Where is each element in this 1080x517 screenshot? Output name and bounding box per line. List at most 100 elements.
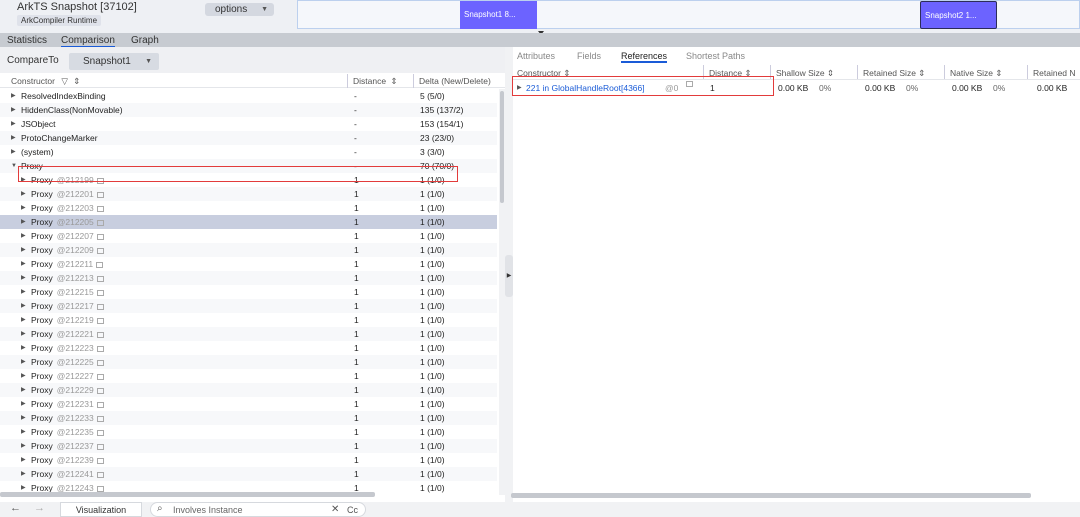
expand-arrow-icon[interactable]: ▶ bbox=[21, 369, 26, 383]
table-row[interactable]: ▶ HiddenClass(NonMovable) - 135 (137/2) bbox=[0, 103, 497, 117]
expand-arrow-icon[interactable]: ▶ bbox=[21, 285, 26, 299]
panel-splitter[interactable]: ▶ bbox=[505, 47, 513, 502]
node-detail-icon[interactable] bbox=[96, 360, 104, 366]
splitter-grip-icon[interactable]: ▶ bbox=[505, 255, 513, 297]
expand-arrow-icon[interactable]: ▶ bbox=[21, 341, 26, 355]
tab-fields[interactable]: Fields bbox=[577, 51, 601, 61]
snapshot2-marker[interactable]: Snapshot2 1... bbox=[920, 1, 997, 29]
expand-arrow-icon[interactable]: ▶ bbox=[21, 453, 26, 467]
expand-arrow-icon[interactable]: ▶ bbox=[21, 187, 26, 201]
table-row[interactable]: ▶ Proxy @212219 1 1 (1/0) bbox=[0, 313, 497, 327]
node-detail-icon[interactable] bbox=[96, 374, 104, 380]
column-native-size[interactable]: Native Size ⇕ bbox=[950, 68, 1003, 79]
expand-arrow-icon[interactable]: ▶ bbox=[21, 299, 26, 313]
sort-icon[interactable]: ⇕ bbox=[73, 76, 80, 86]
expand-arrow-icon[interactable]: ▶ bbox=[21, 229, 26, 243]
horizontal-scrollbar[interactable] bbox=[0, 492, 375, 497]
node-detail-icon[interactable] bbox=[96, 388, 104, 394]
table-row[interactable]: ▶ Proxy @212205 1 1 (1/0) bbox=[0, 215, 497, 229]
back-arrow-icon[interactable]: ← bbox=[10, 502, 21, 514]
expand-arrow-icon[interactable]: ▶ bbox=[21, 411, 26, 425]
node-detail-icon[interactable] bbox=[96, 220, 104, 226]
column-divider[interactable] bbox=[413, 74, 414, 88]
table-row[interactable]: ▶ Proxy @212211 1 1 (1/0) bbox=[0, 257, 497, 271]
expand-arrow-icon[interactable]: ▶ bbox=[11, 145, 16, 159]
table-row[interactable]: ▶ Proxy @212215 1 1 (1/0) bbox=[0, 285, 497, 299]
expand-arrow-icon[interactable]: ▶ bbox=[21, 215, 26, 229]
table-row[interactable]: ▶ Proxy @212213 1 1 (1/0) bbox=[0, 271, 497, 285]
table-row[interactable]: ▶ Proxy @212233 1 1 (1/0) bbox=[0, 411, 497, 425]
expand-arrow-icon[interactable]: ▶ bbox=[21, 439, 26, 453]
tab-visualization[interactable]: Visualization bbox=[60, 502, 142, 517]
table-row[interactable]: ▶ Proxy @212221 1 1 (1/0) bbox=[0, 327, 497, 341]
node-detail-icon[interactable] bbox=[96, 332, 104, 338]
expand-arrow-icon[interactable]: ▶ bbox=[21, 313, 26, 327]
table-row[interactable]: ▶ Proxy @212201 1 1 (1/0) bbox=[0, 187, 497, 201]
options-dropdown[interactable]: options ▼ bbox=[205, 3, 274, 16]
match-case-toggle[interactable]: Cc bbox=[347, 503, 358, 517]
column-divider[interactable] bbox=[944, 65, 945, 79]
table-row[interactable]: ▶ Proxy @212217 1 1 (1/0) bbox=[0, 299, 497, 313]
node-detail-icon[interactable] bbox=[96, 458, 104, 464]
table-row[interactable]: ▶ ProtoChangeMarker - 23 (23/0) bbox=[0, 131, 497, 145]
node-detail-icon[interactable] bbox=[96, 430, 104, 436]
column-divider[interactable] bbox=[1027, 65, 1028, 79]
snapshot1-marker[interactable]: Snapshot1 8... bbox=[460, 1, 537, 29]
node-detail-icon[interactable] bbox=[96, 290, 104, 296]
column-shallow-size[interactable]: Shallow Size ⇕ bbox=[776, 68, 834, 79]
column-retained-native[interactable]: Retained N bbox=[1033, 68, 1076, 78]
table-row[interactable]: ▶ Proxy @212223 1 1 (1/0) bbox=[0, 341, 497, 355]
expand-arrow-icon[interactable]: ▶ bbox=[11, 89, 16, 103]
table-row[interactable]: ▶ Proxy @212225 1 1 (1/0) bbox=[0, 355, 497, 369]
node-detail-icon[interactable] bbox=[96, 402, 104, 408]
table-row[interactable]: ▶ Proxy @212227 1 1 (1/0) bbox=[0, 369, 497, 383]
expand-arrow-icon[interactable]: ▶ bbox=[21, 355, 26, 369]
expand-arrow-icon[interactable]: ▶ bbox=[11, 117, 16, 131]
table-row[interactable]: ▶ Proxy @212207 1 1 (1/0) bbox=[0, 229, 497, 243]
node-detail-icon[interactable] bbox=[96, 262, 104, 268]
node-detail-icon[interactable] bbox=[96, 444, 104, 450]
column-distance[interactable]: Distance ⇕ bbox=[353, 76, 398, 87]
expand-arrow-icon[interactable]: ▶ bbox=[21, 201, 26, 215]
table-row[interactable]: ▶ Proxy @212209 1 1 (1/0) bbox=[0, 243, 497, 257]
column-divider[interactable] bbox=[347, 74, 348, 88]
column-divider[interactable] bbox=[857, 65, 858, 79]
table-row[interactable]: ▶ Proxy @212239 1 1 (1/0) bbox=[0, 453, 497, 467]
expand-arrow-icon[interactable]: ▶ bbox=[21, 243, 26, 257]
table-row[interactable]: ▶ Proxy @212229 1 1 (1/0) bbox=[0, 383, 497, 397]
scrollbar-thumb[interactable] bbox=[500, 91, 504, 203]
table-row[interactable]: ▶ Proxy @212203 1 1 (1/0) bbox=[0, 201, 497, 215]
filter-icon[interactable]: ▽ bbox=[61, 76, 68, 86]
node-detail-icon[interactable] bbox=[96, 276, 104, 282]
expand-arrow-icon[interactable]: ▼ bbox=[11, 159, 17, 173]
expand-arrow-icon[interactable]: ▶ bbox=[11, 103, 16, 117]
expand-arrow-icon[interactable]: ▶ bbox=[11, 131, 16, 145]
expand-arrow-icon[interactable]: ▶ bbox=[21, 397, 26, 411]
node-detail-icon[interactable] bbox=[96, 472, 104, 478]
forward-arrow-icon[interactable]: → bbox=[34, 502, 45, 514]
tab-statistics[interactable]: Statistics bbox=[7, 35, 47, 46]
node-detail-icon[interactable] bbox=[96, 304, 104, 310]
close-icon[interactable]: ✕ bbox=[331, 503, 339, 517]
expand-arrow-icon[interactable]: ▶ bbox=[21, 383, 26, 397]
table-row[interactable]: ▶ Proxy @212241 1 1 (1/0) bbox=[0, 467, 497, 481]
expand-arrow-icon[interactable]: ▶ bbox=[21, 425, 26, 439]
table-row[interactable]: ▶ JSObject - 153 (154/1) bbox=[0, 117, 497, 131]
node-detail-icon[interactable] bbox=[96, 416, 104, 422]
expand-arrow-icon[interactable]: ▶ bbox=[21, 467, 26, 481]
tab-graph[interactable]: Graph bbox=[131, 35, 159, 46]
node-detail-icon[interactable] bbox=[96, 234, 104, 240]
column-constructor[interactable]: Constructor ▽ ⇕ bbox=[11, 76, 80, 87]
column-delta[interactable]: Delta (New/Delete) bbox=[419, 76, 491, 86]
compare-to-select[interactable]: Snapshot1 ▼ bbox=[69, 53, 159, 70]
table-row[interactable]: ▶ Proxy @212231 1 1 (1/0) bbox=[0, 397, 497, 411]
snapshot-timeline[interactable]: Snapshot1 8... Snapshot2 1... bbox=[297, 0, 1080, 29]
expand-arrow-icon[interactable]: ▶ bbox=[21, 327, 26, 341]
horizontal-scrollbar[interactable] bbox=[511, 493, 1031, 498]
node-detail-icon[interactable] bbox=[96, 192, 104, 198]
node-detail-icon[interactable] bbox=[96, 346, 104, 352]
table-row[interactable]: ▶ (system) - 3 (3/0) bbox=[0, 145, 497, 159]
table-row[interactable]: ▶ ResolvedIndexBinding - 5 (5/0) bbox=[0, 89, 497, 103]
expand-arrow-icon[interactable]: ▶ bbox=[21, 257, 26, 271]
node-detail-icon[interactable] bbox=[96, 248, 104, 254]
